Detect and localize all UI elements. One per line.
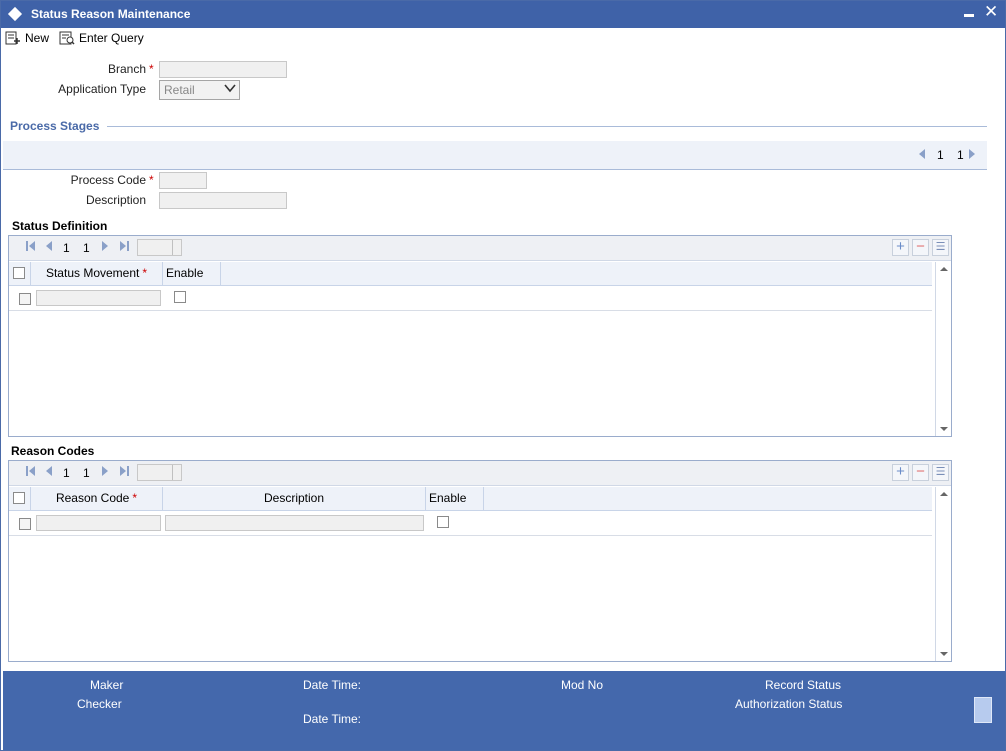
add-row-icon[interactable]: + <box>892 464 909 481</box>
branch-label: Branch <box>107 62 146 76</box>
process-code-input[interactable] <box>159 172 207 189</box>
reason-page-current: 1 <box>63 466 70 480</box>
prev-page-icon[interactable] <box>919 149 925 159</box>
status-movement-input[interactable] <box>36 290 161 306</box>
status-grid-header: Status Movement * Enable <box>9 262 932 286</box>
audit-footer: Maker Checker Date Time: Date Time: Mod … <box>3 671 1005 750</box>
chevron-down-icon <box>224 83 236 96</box>
footer-exit-button[interactable] <box>974 697 992 723</box>
checker-label: Checker <box>77 697 122 711</box>
next-page-icon[interactable] <box>102 241 108 251</box>
next-page-icon[interactable] <box>969 149 975 159</box>
status-grid-nav: 1 1 + − ☰ <box>9 236 951 261</box>
reason-grid-header: Reason Code * Description Enable <box>9 487 932 511</box>
first-page-icon[interactable] <box>26 466 36 476</box>
application-type-value: Retail <box>164 83 195 97</box>
delete-row-icon[interactable]: − <box>912 239 929 256</box>
reason-codes-title: Reason Codes <box>11 444 95 458</box>
single-view-icon[interactable]: ☰ <box>932 239 949 256</box>
first-page-icon[interactable] <box>26 241 36 251</box>
select-all-checkbox[interactable] <box>13 492 25 504</box>
app-window: Status Reason Maintenance ✕ New Enter Qu… <box>0 0 1006 751</box>
reason-description-input[interactable] <box>165 515 424 531</box>
status-grid-scrollbar[interactable] <box>935 262 951 436</box>
single-view-icon[interactable]: ☰ <box>932 464 949 481</box>
last-page-icon[interactable] <box>120 241 130 251</box>
enter-query-label: Enter Query <box>79 31 144 45</box>
reason-codes-grid: 1 1 + − ☰ Reason Code * Description Enabl… <box>8 460 952 662</box>
branch-input[interactable] <box>159 61 287 78</box>
select-all-cell <box>9 262 31 286</box>
description-label: Description <box>85 193 146 207</box>
reason-grid-nav: 1 1 + − ☰ <box>9 461 951 486</box>
status-page-current: 1 <box>63 241 70 255</box>
stage-page-current: 1 <box>937 148 944 162</box>
minimize-icon[interactable] <box>964 14 974 17</box>
new-button[interactable]: New <box>5 29 49 47</box>
new-doc-icon <box>5 31 20 45</box>
table-row <box>9 511 932 536</box>
process-code-required-mark: * <box>149 173 154 187</box>
enable-checkbox[interactable] <box>437 516 449 528</box>
enter-query-button[interactable]: Enter Query <box>59 29 144 47</box>
enable-checkbox[interactable] <box>174 291 186 303</box>
prev-page-icon[interactable] <box>46 466 52 476</box>
stage-page-total: 1 <box>957 148 964 162</box>
status-goto-page-input[interactable] <box>137 239 182 256</box>
app-diamond-icon <box>7 6 23 22</box>
row-select-checkbox[interactable] <box>19 518 31 530</box>
delete-row-icon[interactable]: − <box>912 464 929 481</box>
prev-page-icon[interactable] <box>46 241 52 251</box>
query-icon <box>59 31 75 45</box>
select-all-cell <box>9 487 31 511</box>
scroll-down-icon[interactable] <box>940 427 948 431</box>
add-row-icon[interactable]: + <box>892 239 909 256</box>
scroll-up-icon[interactable] <box>940 492 948 496</box>
process-stages-pager-band: 1 1 <box>3 141 987 170</box>
authorization-status-label: Authorization Status <box>735 697 843 711</box>
enable-header: Enable <box>426 487 484 511</box>
table-row <box>9 286 932 311</box>
record-status-label: Record Status <box>765 678 842 692</box>
section-divider <box>107 126 987 127</box>
select-all-checkbox[interactable] <box>13 267 25 279</box>
process-code-label: Process Code <box>70 173 146 187</box>
new-button-label: New <box>25 31 50 45</box>
reason-goto-page-input[interactable] <box>137 464 182 481</box>
enable-header: Enable <box>163 262 221 286</box>
toolbar: New Enter Query <box>1 28 1005 52</box>
checker-date-time-label: Date Time: <box>303 712 362 726</box>
scroll-up-icon[interactable] <box>940 267 948 271</box>
branch-required-mark: * <box>149 62 154 76</box>
status-page-total: 1 <box>83 241 90 255</box>
application-type-select[interactable]: Retail <box>159 80 240 100</box>
close-icon[interactable]: ✕ <box>984 2 998 22</box>
description-input[interactable] <box>159 192 287 209</box>
maker-date-time-label: Date Time: <box>303 678 362 692</box>
status-definition-grid: 1 1 + − ☰ Status Movement * Enable <box>8 235 952 437</box>
application-type-label: Application Type <box>58 82 146 96</box>
process-stages-title: Process Stages <box>10 119 100 133</box>
title-bar: Status Reason Maintenance ✕ <box>1 1 1005 28</box>
reason-code-input[interactable] <box>36 515 161 531</box>
window-title: Status Reason Maintenance <box>31 7 191 21</box>
reason-grid-scrollbar[interactable] <box>935 487 951 661</box>
next-page-icon[interactable] <box>102 466 108 476</box>
status-movement-header: Status Movement * <box>31 262 163 286</box>
mod-no-label: Mod No <box>561 678 604 692</box>
maker-label: Maker <box>90 678 124 692</box>
row-select-checkbox[interactable] <box>19 293 31 305</box>
last-page-icon[interactable] <box>120 466 130 476</box>
reason-code-header: Reason Code * <box>31 487 163 511</box>
scroll-down-icon[interactable] <box>940 652 948 656</box>
description-header: Description <box>163 487 426 511</box>
reason-page-total: 1 <box>83 466 90 480</box>
status-definition-title: Status Definition <box>12 219 108 233</box>
